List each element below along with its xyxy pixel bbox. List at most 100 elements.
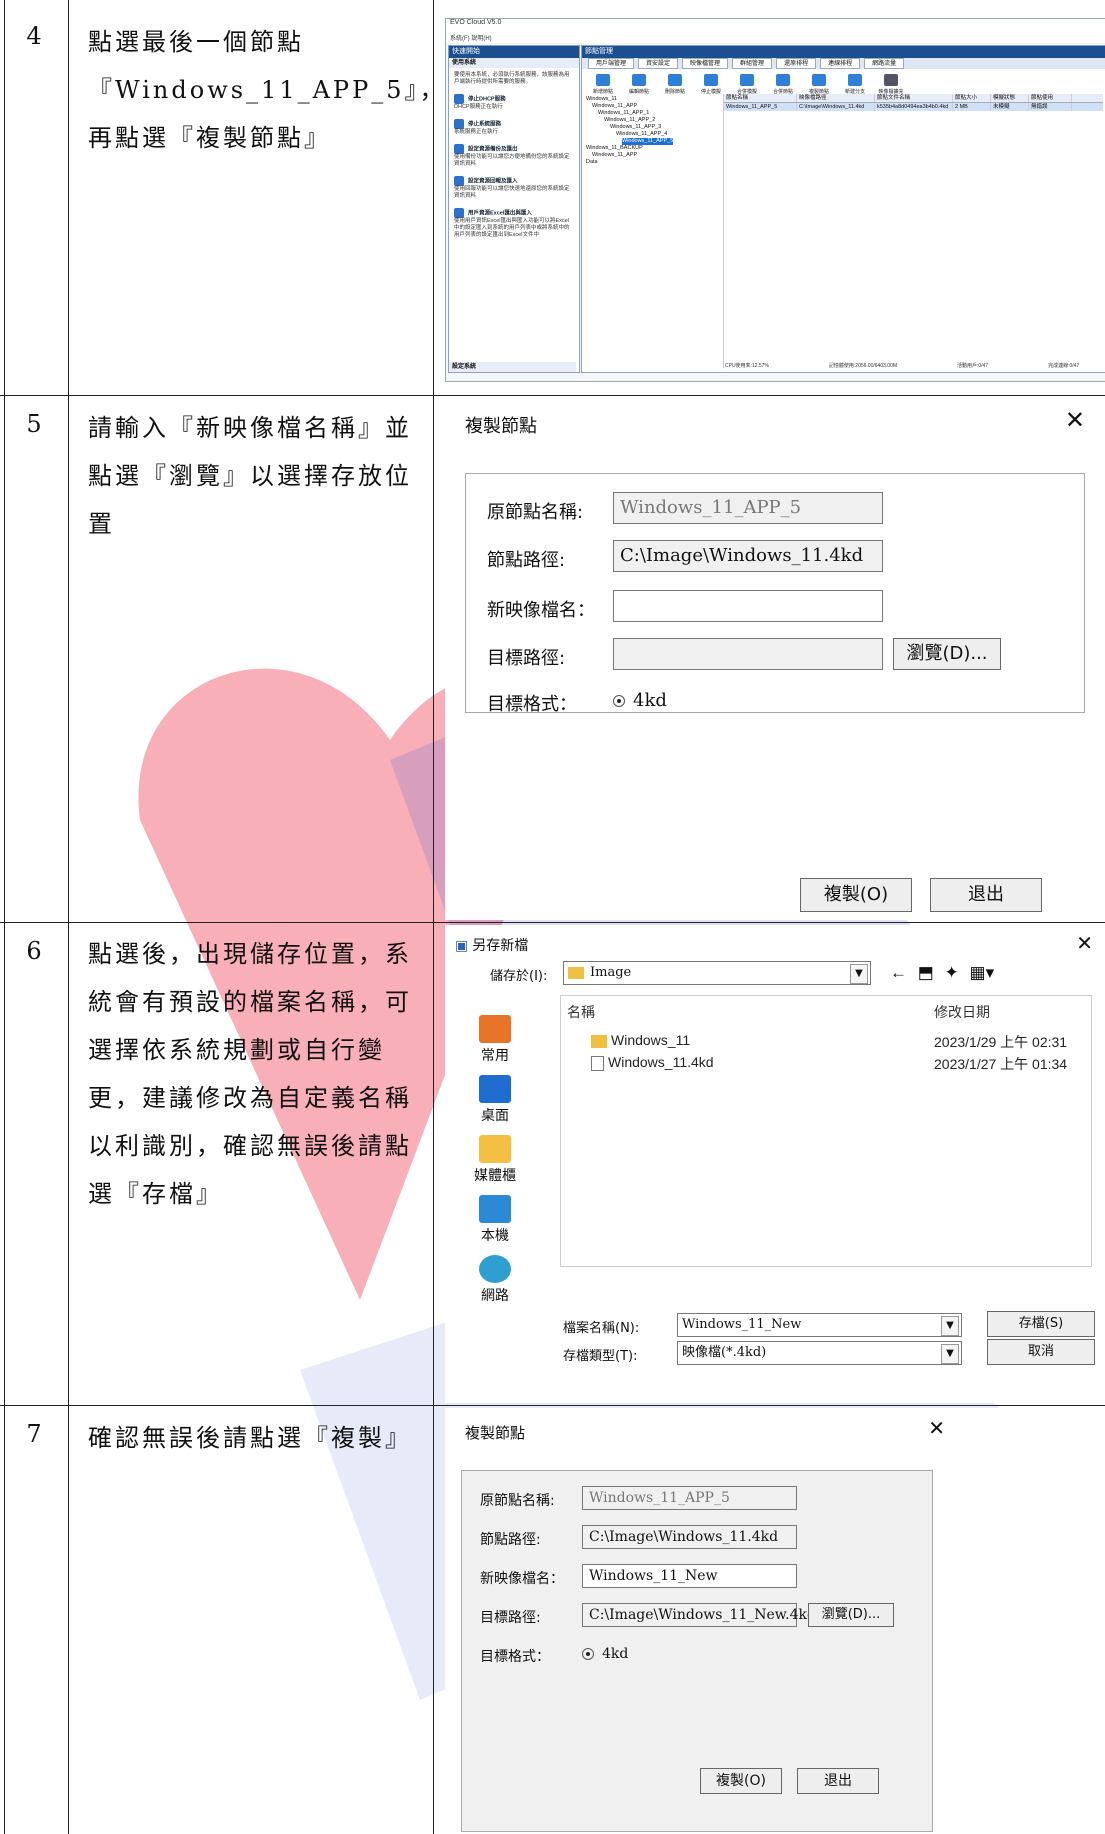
tab[interactable]: 映像檔管理 (682, 58, 729, 69)
grid-header: 節點名稱 映像檔路徑 節點文件名稱 節點大小 模擬狀態 節點使用 (724, 94, 1103, 103)
quick-item[interactable]: 設定資源備份及匯出 使用備份功能可以讓您方便地備份您的系統設定資訊資料 (449, 140, 579, 172)
filename-input[interactable]: Windows_11_New ▼ (677, 1313, 962, 1337)
quick-item[interactable]: 用戶資源Excel匯出與匯入 使用用戶資訊Excel匯出與匯入功能可以將Excel… (449, 204, 579, 243)
node-path-field: C:\Image\Windows_11.4kd (582, 1525, 797, 1549)
step-number: 5 (26, 410, 42, 438)
save-in-label: 儲存於(I): (490, 969, 548, 984)
table-border-col1 (68, 0, 69, 1834)
orig-node-field: Windows_11_APP_5 (613, 492, 883, 524)
tree-node[interactable]: Windows_11_APP_1 (586, 110, 721, 117)
tree-node[interactable]: Data (586, 159, 721, 166)
dialog-title: 複製節點 (465, 416, 537, 437)
format-radio[interactable]: 4kd (582, 1646, 628, 1662)
filetype-label: 存檔類型(T): (563, 1349, 638, 1364)
copy-button[interactable]: 複製(O) (700, 1768, 782, 1794)
stop-icon (704, 74, 718, 86)
tree-node[interactable]: Windows_11_APP_2 (586, 117, 721, 124)
close-icon[interactable]: ✕ (928, 1416, 945, 1440)
quick-start-title: 快速開始 (449, 46, 579, 58)
new-image-name-input[interactable]: Windows_11_New (582, 1564, 797, 1588)
place-libraries[interactable]: 媒體櫃 (455, 1135, 535, 1195)
tab[interactable]: 網路流量 (864, 58, 905, 69)
place-recent[interactable]: 常用 (455, 1015, 535, 1075)
target-path-label: 目標路徑: (480, 1610, 541, 1626)
intro-text: 要使用本系統，必須執行系統服務，該服務為用戶端執行時提供所需要的服務。 (454, 72, 570, 85)
restore-icon (454, 176, 464, 186)
step-text: 確認無誤後請點選『複製』 (88, 1424, 412, 1452)
browse-button[interactable]: 瀏覽(D)... (893, 638, 1001, 670)
tree-node[interactable]: Windows_11_APP_4 (586, 131, 721, 138)
main-tabs: 用戶端管理 資安設定 映像檔管理 群組管理 還原排程 連線排程 網路流量 (582, 58, 1105, 69)
tab[interactable]: 資安設定 (638, 58, 679, 69)
save-in-select[interactable]: Image ▼ (563, 961, 871, 985)
node-management-pane: 節點管理 用戶端管理 資安設定 映像檔管理 群組管理 還原排程 連線排程 網路流… (581, 45, 1105, 373)
step-text: 請輸入『新映像檔名稱』並點選『瀏覽』以選擇存放位置 (88, 414, 412, 538)
tab[interactable]: 用戶端管理 (588, 58, 635, 69)
cancel-button[interactable]: 取消 (987, 1339, 1095, 1365)
tree-node[interactable]: Windows_11_APP (586, 103, 721, 110)
radio-icon (613, 695, 625, 707)
save-dialog-icon: ▣ (455, 938, 469, 954)
save-button[interactable]: 存檔(S) (987, 1311, 1095, 1337)
copy-button[interactable]: 複製(O) (800, 878, 912, 912)
computer-icon (479, 1195, 511, 1223)
tree-node-selected[interactable]: Windows_11_APP_5 (622, 138, 674, 145)
new-folder-icon[interactable]: ✦ (945, 963, 959, 982)
place-desktop[interactable]: 桌面 (455, 1075, 535, 1135)
tab[interactable]: 連線排程 (820, 58, 861, 69)
table-row[interactable]: Windows_11_APP_5 C:\Image\Windows_11.4kd… (724, 103, 1103, 111)
node-path-field: C:\Image\Windows_11.4kd (613, 540, 883, 572)
node-management-title: 節點管理 (582, 46, 1105, 58)
tab[interactable]: 群組管理 (732, 58, 773, 69)
column-name[interactable]: 名稱 (567, 1002, 595, 1022)
list-item[interactable]: Windows_11.4kd (591, 1054, 714, 1071)
copy-node-icon (812, 74, 826, 86)
save-dialog-title: ▣ 另存新檔 (455, 938, 529, 954)
step-text: 點選後，出現儲存位置，系統會有預設的檔案名稱，可選擇依系統規劃或自行變更，建議修… (88, 940, 412, 1208)
network-icon (479, 1255, 511, 1283)
row-divider-3 (0, 1405, 1105, 1406)
place-network[interactable]: 網路 (455, 1255, 535, 1315)
app-menu[interactable]: 系統(F) 說明(H) (446, 33, 1105, 43)
tree-node[interactable]: Windows_11_APP_3 (586, 124, 721, 131)
merge-node-icon (776, 74, 790, 86)
add-node-icon (596, 74, 610, 86)
node-tree: Windows_11 Windows_11_APP Windows_11_APP… (584, 94, 724, 368)
filetype-select[interactable]: 映像檔(*.4kd) ▼ (677, 1341, 962, 1365)
step-number: 4 (26, 22, 42, 50)
view-menu-icon[interactable]: ▦▾ (970, 963, 995, 982)
file-icon (591, 1055, 604, 1071)
delete-node-icon (668, 74, 682, 86)
tree-node[interactable]: Windows_11_BACKUP (586, 145, 721, 152)
exit-button[interactable]: 退出 (930, 878, 1042, 912)
format-radio[interactable]: 4kd (613, 690, 667, 711)
app-screenshot: EVO Cloud V5.0 系統(F) 說明(H) 快速開始 使用系統 要使用… (445, 18, 1105, 382)
target-format-label: 目標格式： (480, 1649, 550, 1665)
places-bar: 常用 桌面 媒體櫃 本機 網路 (455, 1015, 535, 1315)
close-icon[interactable]: ✕ (1065, 406, 1085, 434)
quick-item[interactable]: 設定資源回報及匯入 使用回報功能可以讓您快速地還原您的系統設定資訊資料 (449, 172, 579, 204)
new-image-name-label: 新映像檔名： (487, 600, 595, 621)
browse-button[interactable]: 瀏覽(D)... (808, 1603, 894, 1627)
merge-icon (740, 74, 754, 86)
settings-footer[interactable]: 設定系統 (449, 362, 576, 372)
instruction-table: 4 點選最後一個節點『Windows_11_APP_5』，再點選『複製節點』 E… (0, 0, 1105, 1834)
quick-item[interactable]: 停止DHCP服務 DHCP服務正在執行 (449, 90, 579, 115)
list-item[interactable]: Windows_11 (591, 1032, 690, 1048)
tree-node[interactable]: Windows_11_APP (586, 152, 721, 159)
new-image-name-input[interactable] (613, 590, 883, 622)
tab[interactable]: 還原排程 (776, 58, 817, 69)
excel-icon (454, 208, 464, 218)
up-folder-icon[interactable]: ⬒ (918, 963, 934, 982)
place-computer[interactable]: 本機 (455, 1195, 535, 1255)
library-icon (479, 1135, 511, 1163)
nav-toolbar: ← ⬒ ✦ ▦▾ (890, 963, 994, 983)
step-number: 6 (26, 937, 42, 965)
column-date[interactable]: 修改日期 (934, 1002, 990, 1022)
exit-button[interactable]: 退出 (797, 1768, 879, 1794)
new-image-name-label: 新映像檔名： (480, 1571, 564, 1587)
back-icon[interactable]: ← (890, 963, 907, 982)
close-icon[interactable]: ✕ (1076, 931, 1093, 956)
tree-node[interactable]: Windows_11 (586, 96, 721, 103)
quick-item[interactable]: 停止系統服務 系統服務正在執行 (449, 115, 579, 140)
